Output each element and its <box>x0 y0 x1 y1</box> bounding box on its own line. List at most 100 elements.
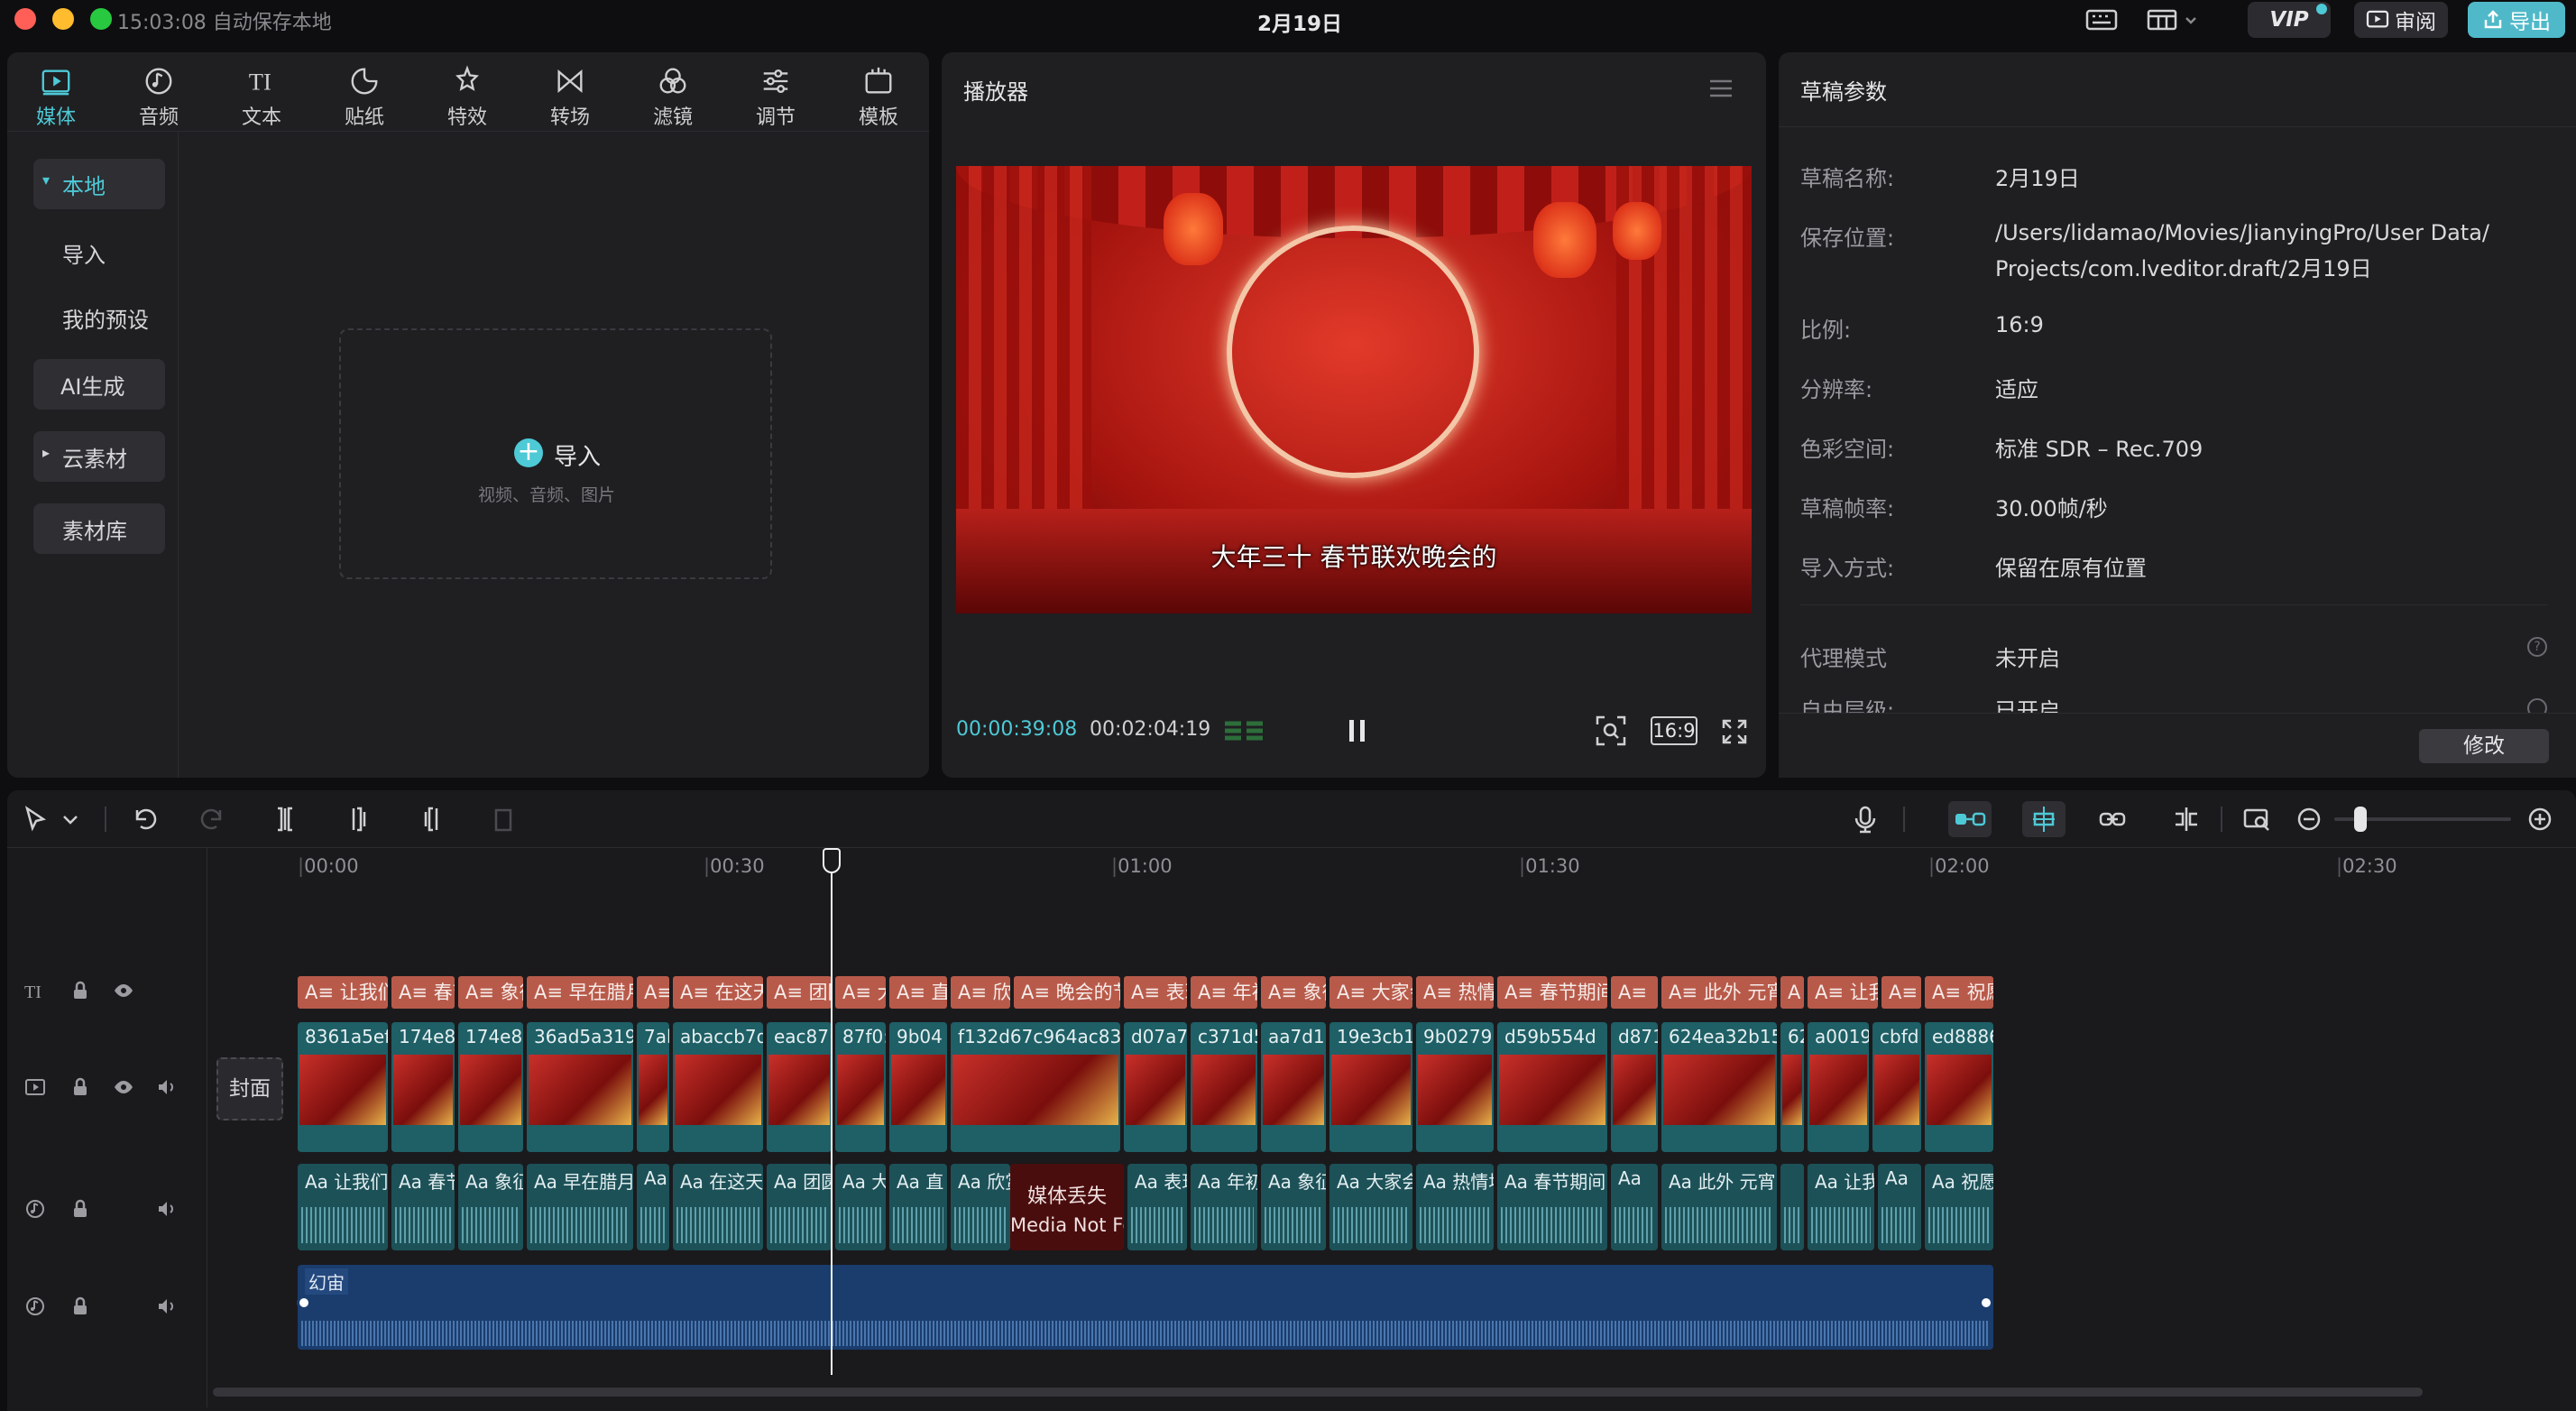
video-clip[interactable]: 8361a5ef <box>298 1022 388 1152</box>
video-clip[interactable]: 9b04 <box>889 1022 947 1152</box>
record-audio-button[interactable] <box>1849 803 1881 835</box>
zoom-fit-button[interactable] <box>1595 715 1627 747</box>
subtitle-clip[interactable]: A≡ 晚会的节 <box>1014 976 1120 1009</box>
eye-icon[interactable] <box>110 977 137 1004</box>
video-clip[interactable]: abaccb7d <box>673 1022 763 1152</box>
fullscreen-button[interactable] <box>1721 718 1748 745</box>
subtitle-clip[interactable]: A≡ <box>1881 976 1921 1009</box>
maximize-window-button[interactable] <box>90 8 112 30</box>
audio-clip[interactable]: Aa <box>1611 1164 1658 1250</box>
lock-icon[interactable] <box>67 1293 94 1320</box>
zoom-slider-handle[interactable] <box>2354 807 2367 832</box>
modify-button[interactable]: 修改 <box>2419 729 2549 763</box>
timeline-scrollbar[interactable] <box>213 1388 2423 1397</box>
help-icon[interactable] <box>2527 698 2547 713</box>
zoom-out-button[interactable] <box>2295 803 2323 835</box>
subtitle-clip[interactable]: A≡ 让我 <box>1808 976 1878 1009</box>
link-button[interactable] <box>2096 803 2129 835</box>
subtitle-clip[interactable]: A≡ 热情地 <box>1416 976 1494 1009</box>
subtitle-clip[interactable]: A≡ 表现 <box>1124 976 1187 1009</box>
tab-text[interactable]: TI 文本 <box>216 65 307 130</box>
delete-button[interactable] <box>487 803 520 835</box>
playhead[interactable] <box>831 852 833 1375</box>
video-clip[interactable]: cbfd <box>1872 1022 1921 1152</box>
help-icon[interactable]: ? <box>2527 637 2547 657</box>
minimize-window-button[interactable] <box>52 8 74 30</box>
sidebar-item-presets[interactable]: 我的预设 <box>33 292 165 343</box>
video-clip[interactable]: 7al <box>637 1022 669 1152</box>
fade-out-handle[interactable] <box>1979 1296 1993 1310</box>
subtitle-clip[interactable]: A≡ 让我们 <box>298 976 388 1009</box>
audio-clip[interactable]: Aa 春节 <box>391 1164 455 1250</box>
video-clip[interactable]: 19e3cb17 <box>1329 1022 1412 1152</box>
aspect-ratio-button[interactable]: 16:9 <box>1651 716 1697 745</box>
sidebar-item-library[interactable]: 素材库 <box>33 503 165 554</box>
video-clip[interactable]: 174e89 <box>458 1022 523 1152</box>
subtitle-clip[interactable]: A≡ <box>637 976 669 1009</box>
subtitle-clip[interactable]: A≡ 团圆 <box>767 976 832 1009</box>
audio-clip[interactable]: Aa 大家会 <box>1329 1164 1412 1250</box>
subtitle-clip[interactable]: A≡ 欣赏 <box>951 976 1010 1009</box>
split-button[interactable] <box>269 803 301 835</box>
video-clip[interactable]: 36ad5a319 <box>527 1022 633 1152</box>
video-clip[interactable]: 9b0279 <box>1416 1022 1494 1152</box>
audio-clip[interactable]: Aa 团圆 <box>767 1164 832 1250</box>
video-clip[interactable]: aa7d1 <box>1261 1022 1326 1152</box>
audio-clip[interactable]: Aa 欣赏 <box>951 1164 1010 1250</box>
video-clip[interactable]: d07a7 <box>1124 1022 1187 1152</box>
subtitle-clip[interactable]: A≡ 春节期间 <box>1497 976 1607 1009</box>
subtitle-clip[interactable]: A≡ 早在腊月 <box>527 976 633 1009</box>
select-tool-dropdown[interactable] <box>60 803 81 835</box>
subtitle-clip[interactable]: A≡ 祝愿 <box>1925 976 1993 1009</box>
audio-clip[interactable]: Aa 让我 <box>1808 1164 1874 1250</box>
tab-filter[interactable]: 滤镜 <box>628 65 718 130</box>
video-clip[interactable]: 62 <box>1780 1022 1804 1152</box>
audio-clip[interactable]: Aa 春节期间 <box>1497 1164 1607 1250</box>
lock-icon[interactable] <box>67 1074 94 1101</box>
audio-clip[interactable]: Aa 大 <box>835 1164 886 1250</box>
import-dropzone[interactable]: + 导入 视频、音频、图片 <box>339 328 772 579</box>
subtitle-clip[interactable]: A≡ 象征 <box>458 976 523 1009</box>
subtitle-clip[interactable]: A≡ 在这天 <box>673 976 763 1009</box>
audio-clip[interactable]: Aa 直 <box>889 1164 947 1250</box>
tab-effects[interactable]: 特效 <box>422 65 512 130</box>
trim-left-button[interactable] <box>343 803 375 835</box>
undo-button[interactable] <box>126 803 159 835</box>
subtitle-clip[interactable]: A≡ 春节 <box>391 976 455 1009</box>
subtitle-clip[interactable]: A <box>1780 976 1804 1009</box>
audio-clip[interactable]: Aa 年初 <box>1191 1164 1257 1250</box>
keyboard-icon[interactable] <box>2085 7 2118 32</box>
speaker-icon[interactable] <box>153 1293 180 1320</box>
audio-clip[interactable]: Aa 让我们 <box>298 1164 388 1250</box>
trim-right-button[interactable] <box>415 803 447 835</box>
audio-clip[interactable]: Aa 在这天 <box>673 1164 763 1250</box>
sidebar-item-import[interactable]: 导入 <box>33 227 165 278</box>
select-tool[interactable] <box>18 803 51 835</box>
lock-icon[interactable] <box>67 1195 94 1222</box>
subtitle-clip[interactable]: A≡ 直 <box>889 976 947 1009</box>
subtitle-clip[interactable]: A≡ 此外 元宵 <box>1661 976 1777 1009</box>
video-clip[interactable]: 624ea32b15 <box>1661 1022 1777 1152</box>
video-clip[interactable]: 174e89 <box>391 1022 455 1152</box>
tab-template[interactable]: 模板 <box>833 65 924 130</box>
audio-clip[interactable] <box>1780 1164 1804 1250</box>
tab-transition[interactable]: 转场 <box>525 65 615 130</box>
sidebar-item-local[interactable]: ▾ 本地 <box>33 159 165 209</box>
review-button[interactable]: 审阅 <box>2354 2 2448 38</box>
playhead-handle[interactable] <box>823 848 841 873</box>
subtitle-clip[interactable]: A≡ 年初 <box>1191 976 1257 1009</box>
redo-button[interactable] <box>198 803 231 835</box>
tab-sticker[interactable]: 贴纸 <box>319 65 409 130</box>
video-preview[interactable]: 大年三十 春节联欢晚会的 <box>956 166 1752 613</box>
close-window-button[interactable] <box>14 8 36 30</box>
eye-icon[interactable] <box>110 1074 137 1101</box>
lock-icon[interactable] <box>67 977 94 1004</box>
zoom-timeline-fit-button[interactable] <box>2240 803 2273 835</box>
subtitle-clip[interactable]: A≡ 大家会 <box>1329 976 1412 1009</box>
audio-clip[interactable]: Aa 象征 <box>1261 1164 1326 1250</box>
audio-clip[interactable]: Aa <box>1878 1164 1921 1250</box>
tab-media[interactable]: 媒体 <box>11 65 101 130</box>
video-clip[interactable]: eac87 <box>767 1022 832 1152</box>
pause-button[interactable] <box>1344 716 1371 745</box>
tab-adjust[interactable]: 调节 <box>731 65 821 130</box>
